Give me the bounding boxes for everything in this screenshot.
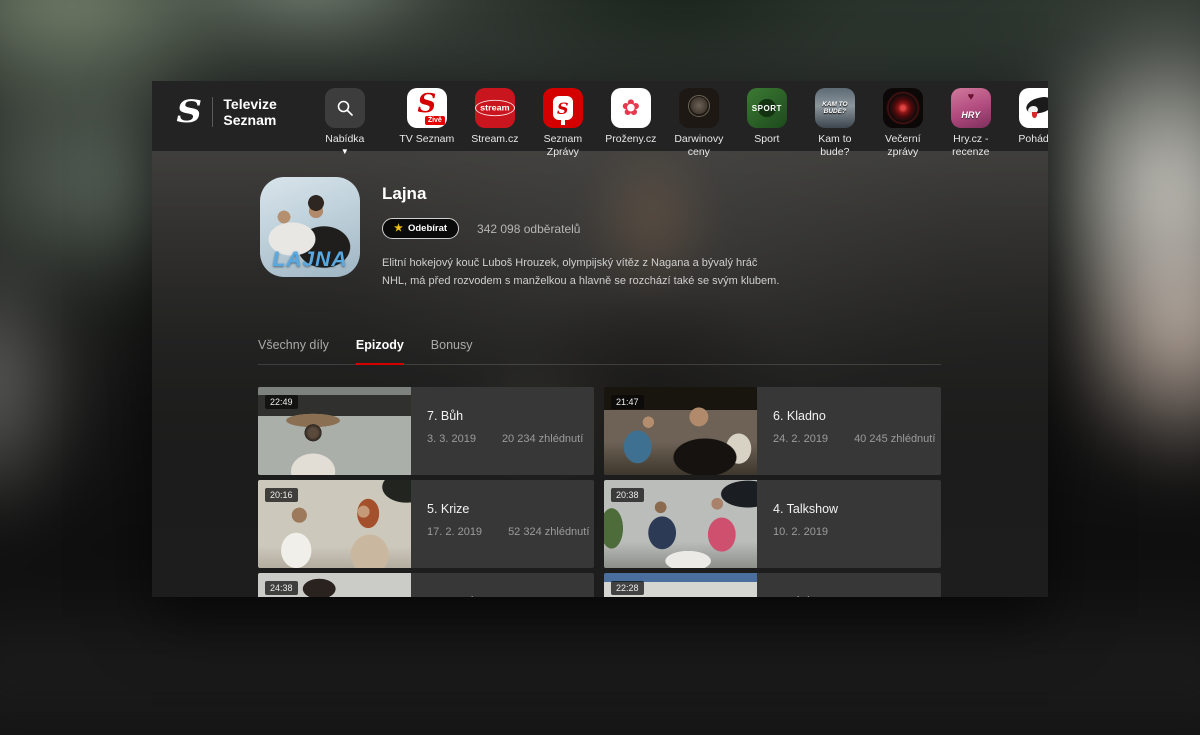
episode-title: 7. Bůh (427, 409, 464, 423)
nav-label: Seznam Zprávy (543, 133, 583, 158)
prozeny-flower-icon: ✿ (610, 88, 651, 128)
episode-meta: 2. Láska 27. 1. 2019 (757, 573, 854, 597)
tab-bonusy[interactable]: Bonusy (431, 338, 473, 352)
nav-item-vecerni-zpravy[interactable]: Večerní zprávy (875, 88, 931, 159)
nav-label: Darwinovy ceny (674, 133, 724, 158)
app-window: S Televize Seznam Nabídka ▼ S Živě TV Se… (152, 81, 1048, 597)
tab-vsechny-dily[interactable]: Všechny díly (258, 338, 329, 352)
episode-title: 3. Pravda (427, 595, 502, 597)
episode-meta: 7. Bůh 3. 3. 2019 20 234 zhlédnutí (411, 387, 583, 475)
nav-label: Večerní zprávy (885, 133, 921, 158)
episode-date: 10. 2. 2019 (773, 526, 829, 538)
subscribe-label: Odebírat (407, 223, 448, 234)
duration-badge: 24:38 (265, 581, 298, 595)
nav-item-kam-to-bude[interactable]: KAM TO BUDE? Kam to bude? (807, 88, 863, 159)
nav-label: Pohádky (1018, 133, 1048, 145)
brand-title-line2: Seznam (223, 112, 277, 128)
nav-label: Hry.cz - recenze (952, 133, 990, 158)
episode-meta: 5. Krize 17. 2. 2019 52 324 zhlédnutí (411, 480, 589, 568)
nav-label: Kam to bude? (818, 133, 852, 158)
nav-item-seznam-zpravy[interactable]: S Seznam Zprávy (535, 88, 591, 159)
duration-badge: 22:28 (611, 581, 644, 595)
episode-views: 40 245 zhlédnutí (854, 433, 936, 445)
episode-grid: 22:49 7. Bůh 3. 3. 2019 20 234 zhlédnutí… (258, 387, 1048, 597)
show-avatar[interactable]: LAJNA (260, 177, 360, 277)
pohadky-dog-icon (1018, 88, 1048, 128)
episode-date: 17. 2. 2019 (427, 526, 483, 538)
nav-label: Stream.cz (471, 133, 519, 145)
duration-badge: 20:16 (265, 488, 298, 502)
episode-title: 6. Kladno (773, 409, 826, 423)
sport-ball-icon: SPORT (746, 88, 787, 128)
brand-title-line1: Televize (223, 96, 277, 112)
brand-title: Televize Seznam (223, 96, 276, 128)
episode-card-6-kladno[interactable]: 21:47 6. Kladno 24. 2. 2019 40 245 zhléd… (604, 387, 941, 475)
episode-meta: 3. Pravda 3. 2. 2019 (411, 573, 502, 597)
duration-badge: 20:38 (611, 488, 644, 502)
show-title: Lajna (382, 184, 427, 203)
episode-meta: 6. Kladno 24. 2. 2019 40 245 zhlédnutí (757, 387, 935, 475)
live-badge: Živě (424, 116, 445, 125)
brand-divider (212, 97, 214, 127)
seznam-logo-icon: S (176, 93, 203, 130)
episode-card-2-laska[interactable]: 22:28 2. Láska 27. 1. 2019 (604, 573, 941, 597)
nav-item-pohadky[interactable]: Pohádky (1011, 88, 1048, 159)
show-header: LAJNA Lajna ★ Odebírat 342 098 odběratel… (152, 151, 1048, 290)
episode-date: 24. 2. 2019 (773, 433, 829, 445)
duration-badge: 22:49 (265, 395, 298, 409)
hry-cz-icon: ♥ HRY (950, 88, 991, 128)
vecerni-zpravy-icon (882, 88, 923, 128)
nav-label: Proženy.cz (605, 133, 657, 145)
nav-item-sport[interactable]: SPORT Sport (739, 88, 795, 159)
duration-badge: 21:47 (611, 395, 644, 409)
show-page: LAJNA Lajna ★ Odebírat 342 098 odběratel… (152, 113, 1048, 597)
episode-title: 4. Talkshow (773, 502, 839, 516)
episode-date: 3. 3. 2019 (427, 433, 476, 445)
episode-card-5-krize[interactable]: 20:16 5. Krize 17. 2. 2019 52 324 zhlédn… (258, 480, 594, 568)
show-avatar-text: LAJNA (272, 248, 348, 271)
kam-to-bude-icon: KAM TO BUDE? (814, 88, 855, 128)
episode-thumbnail: 21:47 (604, 387, 757, 475)
nav-item-hry-cz-recenze[interactable]: ♥ HRY Hry.cz - recenze (943, 88, 999, 159)
chevron-down-icon: ▼ (340, 147, 349, 156)
menu-button[interactable]: Nabídka ▼ (317, 88, 373, 156)
nav-item-tv-seznam[interactable]: S Živě TV Seznam (399, 88, 455, 159)
search-icon (324, 88, 365, 128)
top-nav-bar: S Televize Seznam Nabídka ▼ S Živě TV Se… (152, 81, 1048, 158)
episode-thumbnail: 20:16 (258, 480, 411, 568)
tabs-bar: Všechny díly Epizody Bonusy (258, 338, 941, 365)
app-shortcuts: S Živě TV Seznam stream Stream.cz S Sezn… (399, 88, 1048, 159)
subscriber-count: 342 098 odběratelů (477, 221, 581, 236)
subscribe-button[interactable]: ★ Odebírat (382, 218, 460, 239)
episode-card-7-buh[interactable]: 22:49 7. Bůh 3. 3. 2019 20 234 zhlédnutí (258, 387, 594, 475)
show-info: Lajna ★ Odebírat 342 098 odběratelů Elit… (382, 177, 780, 290)
darwinovy-ceny-icon (678, 88, 719, 128)
stream-cz-icon: stream (474, 88, 515, 128)
star-icon: ★ (394, 222, 403, 234)
seznam-zpravy-icon: S (542, 88, 583, 128)
episode-views: 52 324 zhlédnutí (508, 526, 590, 538)
nav-item-prozeny-cz[interactable]: ✿ Proženy.cz (603, 88, 659, 159)
nav-label: Sport (754, 133, 780, 145)
episode-thumbnail: 24:38 (258, 573, 411, 597)
episode-views: 20 234 zhlédnutí (501, 433, 584, 445)
show-description: Elitní hokejový kouč Luboš Hrouzek, olym… (382, 257, 780, 287)
episode-title: 2. Láska (773, 595, 854, 597)
tv-seznam-icon: S Živě (406, 88, 447, 128)
tab-epizody[interactable]: Epizody (355, 338, 404, 365)
episode-meta: 4. Talkshow 10. 2. 2019 (757, 480, 854, 568)
episode-card-4-talkshow[interactable]: 20:38 4. Talkshow 10. 2. 2019 (604, 480, 941, 568)
episode-card-3-pravda[interactable]: 24:38 3. Pravda 3. 2. 2019 (258, 573, 594, 597)
episode-thumbnail: 20:38 (604, 480, 757, 568)
nav-label: TV Seznam (399, 133, 455, 145)
episode-thumbnail: 22:28 (604, 573, 757, 597)
nav-item-darwinovy-ceny[interactable]: Darwinovy ceny (671, 88, 727, 159)
episode-thumbnail: 22:49 (258, 387, 411, 475)
brand[interactable]: S Televize Seznam (176, 88, 277, 136)
menu-label: Nabídka (325, 133, 365, 145)
nav-item-stream-cz[interactable]: stream Stream.cz (467, 88, 523, 159)
episode-title: 5. Krize (427, 502, 470, 516)
